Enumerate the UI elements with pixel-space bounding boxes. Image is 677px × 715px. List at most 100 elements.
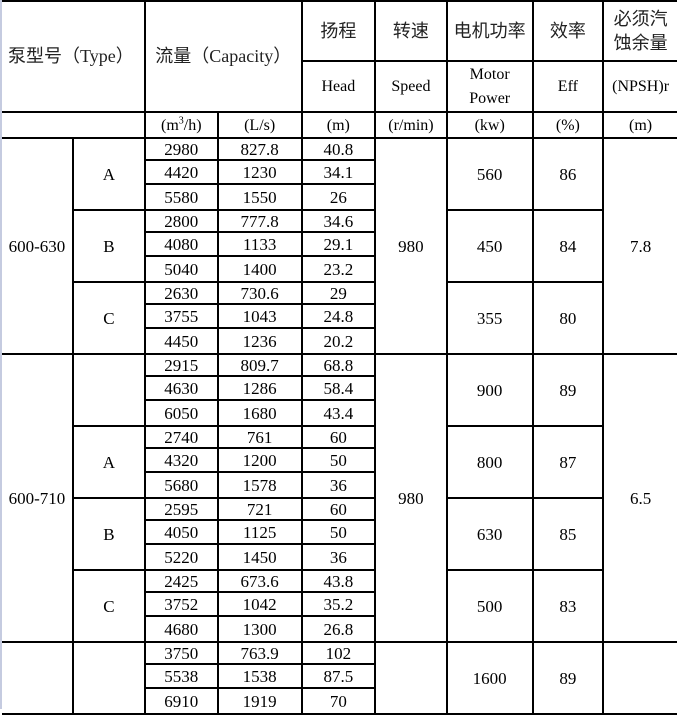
- head-cell: 60: [300, 497, 377, 521]
- unit-flow-ls: (L/s): [216, 111, 303, 139]
- power-cell: 630: [445, 497, 534, 571]
- flow-ls-cell: 1200: [216, 447, 303, 473]
- head-cell: 102: [300, 641, 377, 665]
- flow-m3h-cell: 5580: [143, 183, 219, 211]
- impeller-cell: A: [71, 137, 146, 211]
- flow-ls-cell: 1300: [216, 615, 303, 643]
- flow-ls-cell: 1680: [216, 399, 303, 427]
- table-row: A 2740 761 60 800 87: [2, 425, 677, 499]
- head-cell: 36: [300, 543, 377, 571]
- flow-ls-cell: 763.9: [216, 641, 303, 665]
- flow-ls-cell: 673.6: [216, 569, 303, 593]
- head-cell: 20.2: [300, 327, 377, 355]
- pump-spec-table: 泵型号（Type） 流量（Capacity） 扬程 转速 电机功率 效率 必须汽…: [2, 0, 677, 715]
- speed-header-cn: 转速: [374, 0, 448, 62]
- eff-cell: 87: [531, 425, 605, 499]
- head-cell: 50: [300, 447, 377, 473]
- head-cell: 58.4: [300, 375, 377, 401]
- flow-m3h-cell: 3750: [143, 641, 219, 665]
- flow-ls-cell: 721: [216, 497, 303, 521]
- speed-header-en: Speed: [374, 60, 448, 113]
- flow-m3h-cell: 5538: [143, 663, 219, 689]
- unit-flow-m3h: (m3/h): [143, 111, 219, 139]
- flow-m3h-cell: 5040: [143, 255, 219, 283]
- unit-power: (kw): [445, 111, 534, 139]
- flow-ls-cell: 1042: [216, 591, 303, 617]
- flow-ls-cell: 777.8: [216, 209, 303, 233]
- flow-m3h-cell: 4420: [143, 159, 219, 185]
- flow-ls-cell: 1919: [216, 687, 303, 715]
- speed-cell: [374, 641, 448, 715]
- eff-header-cn: 效率: [531, 0, 605, 62]
- flow-m3h-cell: 4450: [143, 327, 219, 355]
- head-cell: 60: [300, 425, 377, 449]
- unit-speed: (r/min): [374, 111, 448, 139]
- head-cell: 36: [300, 471, 377, 499]
- flow-m3h-cell: 5220: [143, 543, 219, 571]
- flow-m3h-cell: 4080: [143, 231, 219, 257]
- flow-ls-cell: 1538: [216, 663, 303, 689]
- head-cell: 50: [300, 519, 377, 545]
- eff-header-en: Eff: [531, 60, 605, 113]
- flow-ls-cell: 1550: [216, 183, 303, 211]
- head-cell: 87.5: [300, 663, 377, 689]
- flow-ls-cell: 1125: [216, 519, 303, 545]
- eff-cell: 86: [531, 137, 605, 211]
- type-unit-empty: [2, 111, 146, 139]
- flow-m3h-cell: 3755: [143, 303, 219, 329]
- table-row: C 2630 730.6 29 355 80: [2, 281, 677, 355]
- eff-cell: 89: [531, 353, 605, 427]
- flow-m3h-cell: 2425: [143, 569, 219, 593]
- impeller-cell: [71, 641, 146, 715]
- flow-ls-cell: 1043: [216, 303, 303, 329]
- eff-cell: 85: [531, 497, 605, 571]
- model-cell: [2, 641, 74, 715]
- table-row: 3750 763.9 102 1600 89: [2, 641, 677, 715]
- impeller-cell: A: [71, 425, 146, 499]
- table-row: B 2800 777.8 34.6 450 84: [2, 209, 677, 283]
- table-row: 600-630 A 2980 827.8 40.8 980 560 86 7.8: [2, 137, 677, 355]
- npsh-cell: [602, 641, 677, 715]
- flow-ls-cell: 1450: [216, 543, 303, 571]
- flow-m3h-cell: 2800: [143, 209, 219, 233]
- flow-ls-cell: 1236: [216, 327, 303, 355]
- eff-cell: 83: [531, 569, 605, 643]
- head-header-cn: 扬程: [300, 0, 377, 62]
- flow-ls-cell: 1133: [216, 231, 303, 257]
- eff-cell: 89: [531, 641, 605, 715]
- flow-m3h-cell: 3752: [143, 591, 219, 617]
- head-cell: 26: [300, 183, 377, 211]
- flow-ls-cell: 1230: [216, 159, 303, 185]
- head-cell: 40.8: [300, 137, 377, 161]
- model-cell: 600-710: [2, 353, 74, 643]
- flow-m3h-cell: 2595: [143, 497, 219, 521]
- flow-ls-cell: 730.6: [216, 281, 303, 305]
- head-cell: 34.6: [300, 209, 377, 233]
- power-cell: 355: [445, 281, 534, 355]
- head-cell: 23.2: [300, 255, 377, 283]
- power-cell: 800: [445, 425, 534, 499]
- flow-ls-cell: 1286: [216, 375, 303, 401]
- header-row-units: (m3/h) (L/s) (m) (r/min) (kw) (%) (m): [2, 111, 677, 139]
- header-row-cn: 泵型号（Type） 流量（Capacity） 扬程 转速 电机功率 效率 必须汽…: [2, 0, 677, 113]
- speed-cell: 980: [374, 137, 448, 355]
- npsh-cell: 7.8: [602, 137, 677, 355]
- power-header-cn: 电机功率: [445, 0, 534, 62]
- head-cell: 29.1: [300, 231, 377, 257]
- unit-head: (m): [300, 111, 377, 139]
- flow-m3h-cell: 5680: [143, 471, 219, 499]
- unit-eff: (%): [531, 111, 605, 139]
- table-row: C 2425 673.6 43.8 500 83: [2, 569, 677, 643]
- flow-m3h-cell: 2740: [143, 425, 219, 449]
- impeller-cell: [71, 353, 146, 427]
- unit-npsh: (m): [602, 111, 677, 139]
- flow-m3h-cell: 4050: [143, 519, 219, 545]
- head-cell: 68.8: [300, 353, 377, 377]
- npsh-cell: 6.5: [602, 353, 677, 643]
- head-cell: 43.8: [300, 569, 377, 593]
- flow-m3h-cell: 2915: [143, 353, 219, 377]
- head-cell: 34.1: [300, 159, 377, 185]
- table-row: 600-710 2915 809.7 68.8 980 900 89 6.5: [2, 353, 677, 643]
- power-cell: 450: [445, 209, 534, 283]
- head-cell: 29: [300, 281, 377, 305]
